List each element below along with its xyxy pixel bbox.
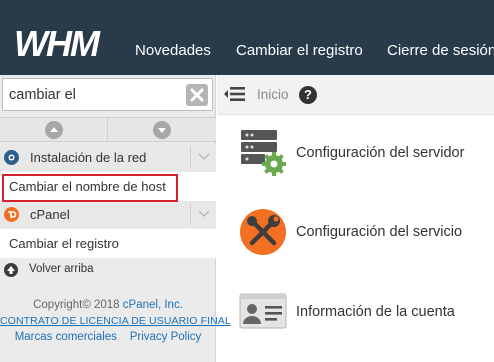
server-gear-icon (241, 130, 286, 176)
main-item-label: Información de la cuenta (296, 304, 455, 320)
help-icon[interactable]: ? (299, 86, 317, 104)
top-bar: WHM Novedades Cambiar el registro Cierre… (0, 0, 494, 75)
chevron-down-icon[interactable] (190, 203, 216, 225)
sidebar-link-change-log[interactable]: Cambiar el registro (0, 229, 216, 258)
chevron-down-icon[interactable] (190, 146, 216, 168)
back-to-top-label: Volver arriba (29, 263, 94, 275)
license-line: CONTRATO DE LICENCIA DE USUARIO FINAL (0, 315, 231, 327)
main-item-label: Configuración del servidor (296, 145, 465, 161)
copyright-line: Copyright© 2018 cPanel, Inc. (0, 299, 216, 311)
network-icon (4, 150, 19, 165)
clear-search-button[interactable] (186, 84, 208, 106)
arrow-up-circle-icon (4, 263, 18, 277)
x-icon (190, 88, 204, 102)
nav-logout[interactable]: Cierre de sesión (387, 42, 494, 59)
back-to-top-link[interactable]: Volver arriba (0, 261, 216, 281)
scroll-down-button[interactable] (108, 118, 216, 142)
sidebar: Instalación de la red Cambiar el nombre … (0, 75, 231, 362)
main-item-service-config[interactable]: Configuración del servicio (217, 208, 494, 268)
category-cpanel[interactable]: cPanel (0, 201, 216, 228)
breadcrumb-home[interactable]: Inicio (257, 87, 289, 102)
whm-logo[interactable]: WHM (14, 26, 116, 62)
cpanel-inc-link[interactable]: cPanel, Inc. (123, 299, 183, 311)
search-input[interactable] (9, 84, 179, 106)
main-item-label: Configuración del servicio (296, 224, 463, 240)
arrow-down-icon (153, 121, 171, 139)
privacy-policy-link[interactable]: Privacy Policy (130, 331, 202, 343)
main-item-account-info[interactable]: Información de la cuenta (217, 288, 494, 348)
whm-logo-text: WHM (14, 26, 101, 62)
breadcrumb-bar: Inicio ? (217, 75, 494, 115)
search-box (2, 78, 213, 111)
account-card-icon (239, 293, 287, 329)
trademarks-link[interactable]: Marcas comerciales (15, 331, 117, 343)
license-link[interactable]: CONTRATO DE LICENCIA DE USUARIO FINAL (0, 315, 231, 327)
search-result-highlight (2, 174, 178, 202)
cpanel-icon (4, 207, 19, 222)
collapse-sidebar-icon[interactable] (222, 84, 246, 104)
scroll-up-button[interactable] (0, 118, 108, 142)
copyright-text: Copyright© 2018 (33, 299, 120, 311)
legal-links-line: Marcas comerciales Privacy Policy (0, 331, 216, 343)
wrench-icon (240, 209, 286, 255)
main-item-server-config[interactable]: Configuración del servidor (217, 128, 494, 188)
category-label: Instalación de la red (30, 150, 147, 165)
category-label: cPanel (30, 207, 70, 222)
sidebar-link-label: Cambiar el registro (9, 236, 119, 251)
category-network-setup[interactable]: Instalación de la red (0, 144, 216, 171)
arrow-up-icon (45, 121, 63, 139)
nav-novedades[interactable]: Novedades (135, 42, 211, 59)
nav-change-log[interactable]: Cambiar el registro (236, 42, 363, 59)
sidebar-scroll-controls (0, 117, 216, 142)
